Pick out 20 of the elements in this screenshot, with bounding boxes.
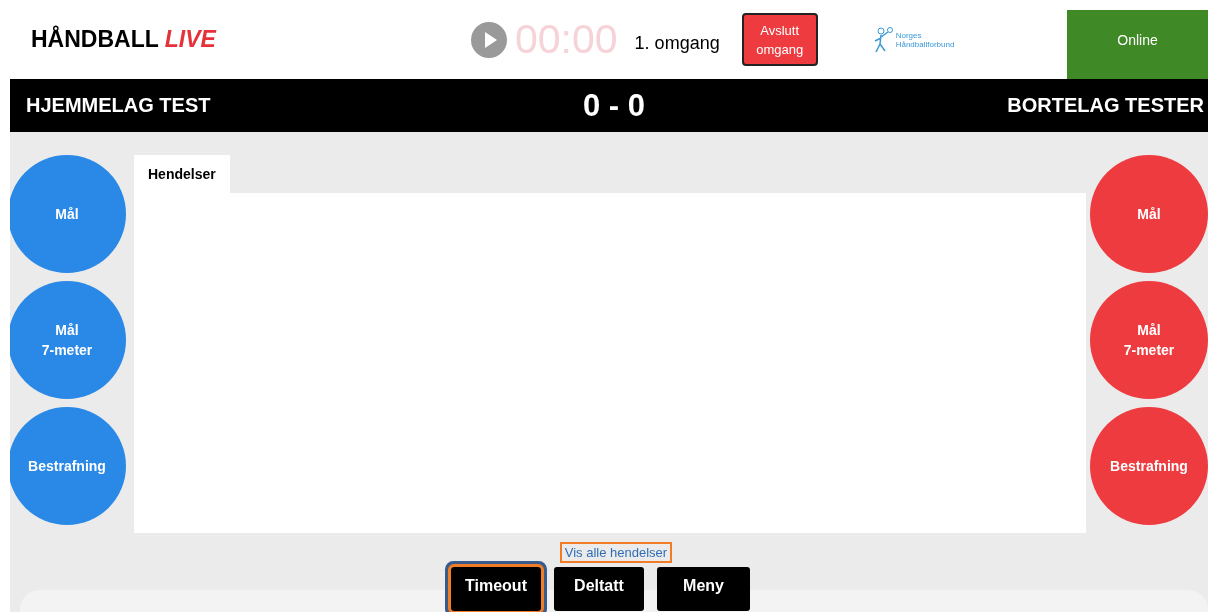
action-button[interactable]: Mål xyxy=(1090,155,1208,273)
play-icon[interactable] xyxy=(471,21,507,58)
action-button[interactable]: Mål 7-meter xyxy=(10,281,126,399)
link[interactable]: Vis alle hendelser xyxy=(559,542,673,563)
tab[interactable]: Hendelser xyxy=(134,155,230,193)
action-button[interactable]: Bestrafning xyxy=(1090,407,1208,525)
period-label: 1. omgang xyxy=(634,33,720,54)
logo-text: HÅNDBALL xyxy=(31,26,159,53)
team-name: BORTELAG TESTER xyxy=(1007,94,1204,117)
score: 0 - 0 xyxy=(583,87,645,124)
action-button[interactable]: Mål xyxy=(10,155,126,273)
team-name: HJEMMELAG TEST xyxy=(26,94,211,117)
menu-button[interactable]: Meny xyxy=(657,567,750,611)
federation-name: Norges Håndballforbund xyxy=(895,30,955,49)
end-period-button[interactable]: Avslutt omgang xyxy=(741,13,818,66)
action-button[interactable]: Bestrafning xyxy=(10,407,126,525)
menu-button[interactable]: Deltatt xyxy=(554,567,644,611)
status-indicator: Online xyxy=(1067,10,1208,79)
logo-accent: LIVE xyxy=(164,26,216,53)
action-button[interactable]: Mål 7-meter xyxy=(1090,281,1208,399)
